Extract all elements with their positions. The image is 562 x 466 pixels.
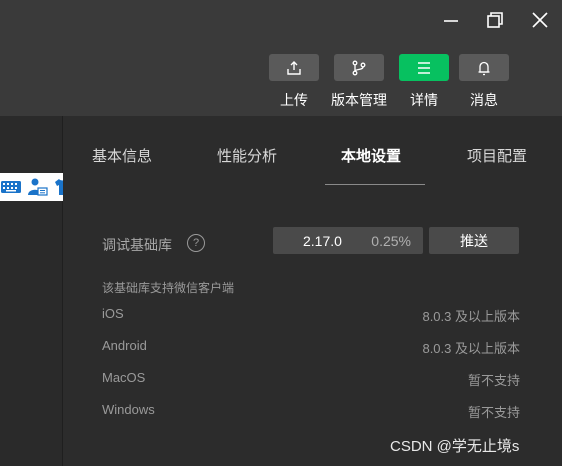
version-button[interactable] (334, 54, 384, 81)
upload-button[interactable] (269, 54, 319, 81)
messages-button[interactable] (459, 54, 509, 81)
support-title: 该基础库支持微信客户端 (102, 281, 235, 295)
tab-basic-info[interactable]: 基本信息 (92, 145, 152, 166)
platform-support: 暂不支持 (467, 373, 520, 388)
platform-support: 8.0.3 及以上版本 (422, 341, 520, 356)
details-label: 详情 (410, 92, 438, 108)
tab-local-settings[interactable]: 本地设置 (341, 145, 401, 166)
menu-icon (418, 61, 430, 74)
branch-icon (352, 60, 366, 75)
base-library-label: 调试基础库 (102, 237, 172, 253)
platform-name: MacOS (102, 370, 146, 385)
messages-label: 消息 (470, 92, 498, 108)
keyboard-icon[interactable] (0, 178, 22, 196)
base-library-version: 2.17.0 (303, 232, 342, 249)
simulator-pane (0, 116, 63, 466)
platform-support: 暂不支持 (467, 405, 520, 420)
minimize-icon (444, 20, 458, 22)
version-label: 版本管理 (331, 92, 387, 108)
tab-performance[interactable]: 性能分析 (217, 145, 277, 166)
user-id-icon[interactable] (26, 177, 48, 197)
close-button[interactable] (525, 6, 555, 34)
maximize-button[interactable] (480, 6, 510, 34)
details-tool[interactable]: 详情 (399, 54, 449, 110)
restore-icon (487, 12, 503, 28)
platform-name: Windows (102, 402, 155, 417)
version-tool[interactable]: 版本管理 (331, 54, 387, 110)
platform-support: 8.0.3 及以上版本 (422, 309, 520, 324)
base-library-select[interactable]: 2.17.0 0.25% (273, 227, 423, 254)
bell-icon (478, 61, 490, 75)
messages-tool[interactable]: 消息 (459, 54, 509, 110)
watermark: CSDN @学无止境s (390, 438, 520, 455)
base-library-usage: 0.25% (371, 232, 411, 249)
platform-name: iOS (102, 306, 124, 321)
help-icon[interactable]: ? (187, 234, 205, 252)
details-panel: 基本信息 性能分析 本地设置 项目配置 调试基础库 ? 2.17.0 0.25%… (63, 116, 562, 466)
close-icon (532, 12, 548, 28)
platform-name: Android (102, 338, 147, 353)
push-button[interactable]: 推送 (429, 227, 519, 254)
minimize-button[interactable] (436, 6, 466, 34)
upload-icon (287, 60, 301, 75)
upload-label: 上传 (280, 92, 308, 108)
tab-project-config[interactable]: 项目配置 (467, 145, 527, 166)
title-bar: 上传 版本管理 详情 消息 (0, 0, 562, 116)
upload-tool[interactable]: 上传 (269, 54, 319, 110)
details-button[interactable] (399, 54, 449, 81)
active-tab-indicator (325, 184, 425, 185)
